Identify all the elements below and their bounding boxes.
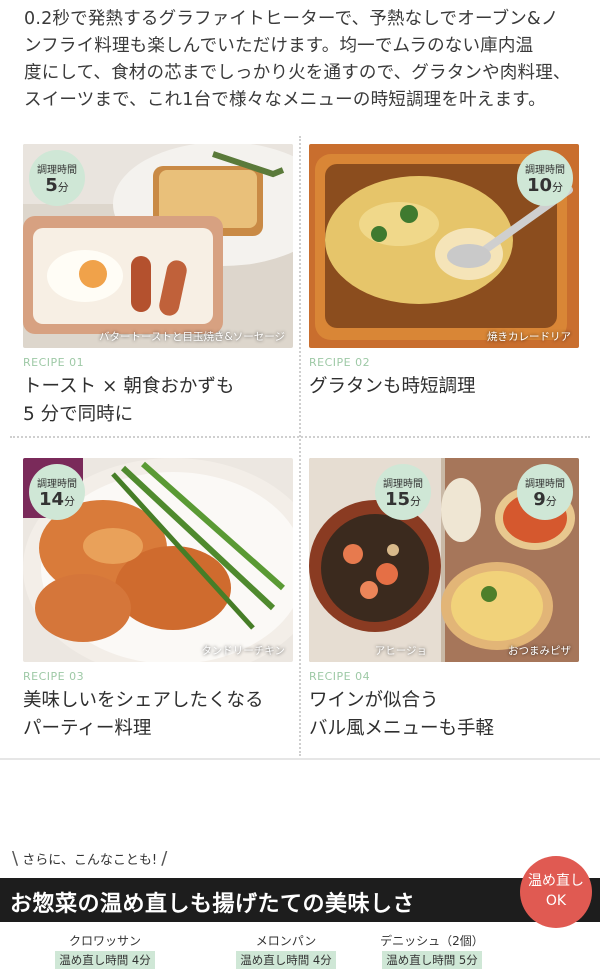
recipe-photo-doria: 焼きカレードリア 調理時間 10分	[309, 144, 579, 348]
badge-unit: 分	[410, 495, 422, 508]
more-features-heading: \ さらに、こんなことも! /	[12, 848, 167, 869]
photo-caption: アヒージョ	[374, 645, 427, 657]
photo-caption-2: おつまみピザ	[508, 645, 571, 657]
badge-value: 5	[45, 175, 58, 196]
grid-divider-horizontal	[10, 436, 590, 438]
badge-value: 15	[384, 489, 411, 510]
cooking-time-badge: 調理時間 5分	[29, 150, 85, 206]
badge-value-wrap: 15分	[375, 490, 431, 512]
recipe-title: グラタンも時短調理	[309, 373, 581, 401]
badge-unit: 分	[545, 495, 557, 508]
badge-unit: 分	[552, 181, 564, 194]
recipe-title-line: パーティー料理	[23, 718, 152, 739]
badge-label: 調理時間	[525, 165, 565, 176]
badge-value: 14	[38, 489, 65, 510]
badge-value-wrap: 14分	[29, 490, 85, 512]
reheat-ok-badge: 温め直し OK	[520, 856, 592, 928]
recipe-card-04[interactable]: アヒージョ おつまみピザ 調理時間 15分 調理時間 9分 RECIPE 04 …	[309, 458, 581, 743]
recipe-number: RECIPE 02	[309, 356, 371, 369]
item-time: 温め直し時間 4分	[236, 951, 336, 969]
reheat-banner: お惣菜の温め直しも揚げたての美味しさ 温め直し OK	[0, 856, 600, 928]
reheat-items: クロワッサン 温め直し時間 4分 メロンパン 温め直し時間 4分 デニッシュ（2…	[0, 932, 600, 969]
badge-label: 調理時間	[525, 479, 565, 490]
badge-value-wrap: 9分	[517, 490, 573, 512]
recipe-title: 美味しいをシェアしたくなる パーティー料理	[23, 687, 295, 743]
recipe-photo-toast: バタートーストと目玉焼き&ソーセージ 調理時間 5分	[23, 144, 293, 348]
item-name: デニッシュ（2個）	[380, 934, 484, 948]
grid-divider-vertical	[299, 136, 301, 756]
photo-caption: バタートーストと目玉焼き&ソーセージ	[99, 331, 285, 343]
slash-deco-right: /	[161, 848, 168, 869]
badge-unit: 分	[57, 181, 69, 194]
badge-label: 調理時間	[383, 479, 423, 490]
cooking-time-badge: 調理時間 10分	[517, 150, 573, 206]
recipe-title-line: トースト × 朝食おかずも	[23, 376, 235, 397]
recipe-title-line: グラタンも時短調理	[309, 376, 476, 397]
badge-label: 調理時間	[37, 479, 77, 490]
recipe-title-line: バル風メニューも手軽	[309, 718, 495, 739]
intro-line: スイーツまで、これ1台で様々なメニューの時短調理を叶えます。	[24, 90, 546, 110]
cooking-time-badge: 調理時間 14分	[29, 464, 85, 520]
recipe-photo-chicken: タンドリーチキン 調理時間 14分	[23, 458, 293, 662]
cooking-time-badge-2: 調理時間 9分	[517, 464, 573, 520]
reheat-item: デニッシュ（2個） 温め直し時間 5分	[372, 932, 492, 969]
recipe-card-01[interactable]: バタートーストと目玉焼き&ソーセージ 調理時間 5分 RECIPE 01 トース…	[23, 144, 295, 429]
badge-value-wrap: 5分	[29, 176, 85, 198]
recipe-title: トースト × 朝食おかずも 5 分で同時に	[23, 373, 295, 429]
item-time: 温め直し時間 4分	[55, 951, 155, 969]
item-name: クロワッサン	[68, 934, 141, 948]
recipe-photo-bar: アヒージョ おつまみピザ 調理時間 15分 調理時間 9分	[309, 458, 579, 662]
cooking-time-badge: 調理時間 15分	[375, 464, 431, 520]
intro-line: 度にして、食材の芯までしっかり火を通すので、グラタンや肉料理、	[24, 63, 571, 83]
item-name: メロンパン	[255, 934, 317, 948]
badge-value-wrap: 10分	[517, 176, 573, 198]
photo-caption: タンドリーチキン	[201, 645, 285, 657]
recipe-card-02[interactable]: 焼きカレードリア 調理時間 10分 RECIPE 02 グラタンも時短調理	[309, 144, 581, 401]
banner-title: お惣菜の温め直しも揚げたての美味しさ	[10, 892, 416, 917]
more-text: さらに、こんなことも!	[22, 853, 158, 868]
recipe-title: ワインが似合う バル風メニューも手軽	[309, 687, 581, 743]
badge-line: 温め直し	[528, 873, 584, 889]
recipe-title-line: ワインが似合う	[309, 690, 439, 711]
recipe-number: RECIPE 01	[23, 356, 85, 369]
slash-deco-left: \	[12, 848, 19, 869]
badge-value: 10	[526, 175, 553, 196]
recipe-title-line: 5 分で同時に	[23, 404, 134, 425]
badge-unit: 分	[64, 495, 76, 508]
reheat-item: クロワッサン 温め直し時間 4分	[50, 932, 160, 969]
recipe-number: RECIPE 04	[309, 670, 371, 683]
intro-line: ンフライ料理も楽しんでいただけます。均一でムラのない庫内温	[24, 36, 534, 56]
reheat-item: メロンパン 温め直し時間 4分	[226, 932, 346, 969]
recipe-card-03[interactable]: タンドリーチキン 調理時間 14分 RECIPE 03 美味しいをシェアしたくな…	[23, 458, 295, 743]
photo-caption: 焼きカレードリア	[487, 331, 571, 343]
intro-paragraph: 0.2秒で発熱するグラファイトヒーターで、予熱なしでオーブン&ノ ンフライ料理も…	[24, 6, 580, 114]
item-time: 温め直し時間 5分	[382, 951, 482, 969]
recipe-title-line: 美味しいをシェアしたくなる	[23, 690, 264, 711]
intro-line: 0.2秒で発熱するグラファイトヒーターで、予熱なしでオーブン&ノ	[24, 9, 559, 29]
recipe-number: RECIPE 03	[23, 670, 85, 683]
badge-line: OK	[545, 893, 567, 909]
badge-label: 調理時間	[37, 165, 77, 176]
recipe-grid: バタートーストと目玉焼き&ソーセージ 調理時間 5分 RECIPE 01 トース…	[0, 128, 600, 760]
badge-value: 9	[533, 489, 546, 510]
